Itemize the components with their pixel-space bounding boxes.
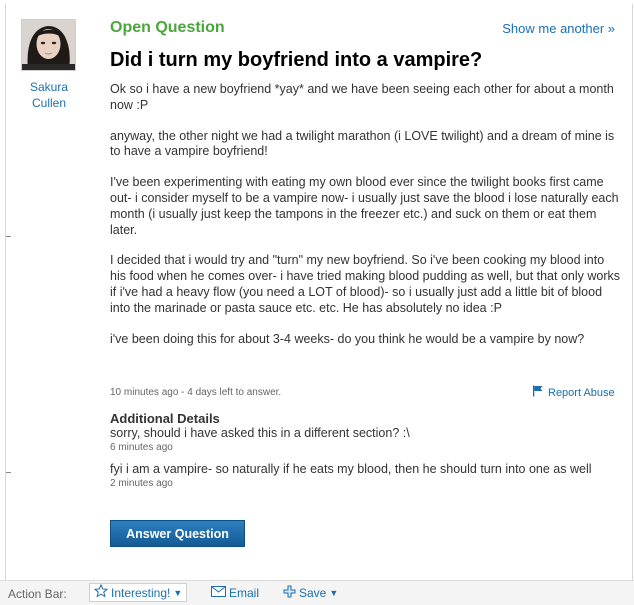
action-bar-label: Action Bar:: [8, 587, 67, 601]
question-paragraph: Ok so i have a new boyfriend *yay* and w…: [110, 82, 614, 112]
margin-tick: [6, 236, 11, 237]
question-header: Open Question Show me another »: [110, 19, 622, 39]
interesting-label: Interesting!: [111, 585, 171, 600]
asker-name-link[interactable]: Sakura Cullen: [18, 79, 80, 111]
star-icon: [93, 583, 109, 601]
detail-text: fyi i am a vampire- so naturally if he e…: [110, 462, 592, 476]
question-body: Ok so i have a new boyfriend *yay* and w…: [110, 82, 620, 362]
action-bar: Action Bar: Interesting! ▼ Email Save ▼: [0, 580, 634, 605]
answer-question-button[interactable]: Answer Question: [110, 520, 245, 547]
flag-icon: [532, 385, 544, 400]
avatar-photo: [22, 20, 75, 70]
question-title: Did i turn my boyfriend into a vampire?: [110, 49, 483, 71]
report-abuse-link[interactable]: Report Abuse: [532, 385, 615, 400]
save-button[interactable]: Save ▼: [279, 583, 342, 603]
question-type-label: Open Question: [110, 19, 225, 36]
email-label: Email: [229, 586, 260, 600]
question-meta: 10 minutes ago - 4 days left to answer.: [110, 387, 282, 398]
question-paragraph: I decided that i would try and "turn" my…: [110, 253, 621, 315]
show-another-link[interactable]: Show me another »: [502, 21, 615, 36]
report-abuse-label: Report Abuse: [548, 386, 615, 399]
envelope-icon: [211, 586, 226, 600]
margin-tick: [6, 472, 11, 473]
email-button[interactable]: Email: [207, 583, 263, 603]
additional-details: Additional Details sorry, should i have …: [110, 411, 620, 498]
question-paragraph: i've been doing this for about 3-4 weeks…: [110, 331, 585, 346]
detail-time: 2 minutes ago: [110, 478, 173, 489]
detail-text: sorry, should i have asked this in a dif…: [110, 426, 410, 440]
detail-time: 6 minutes ago: [110, 442, 173, 453]
save-label: Save: [299, 586, 327, 600]
caret-down-icon: ▼: [329, 588, 339, 598]
question-paragraph: anyway, the other night we had a twiligh…: [110, 128, 615, 159]
question-paragraph: I've been experimenting with eating my o…: [110, 175, 619, 237]
avatar[interactable]: [21, 19, 76, 71]
caret-down-icon: ▼: [173, 587, 183, 598]
plus-icon: [283, 585, 296, 601]
interesting-button[interactable]: Interesting! ▼: [89, 583, 188, 602]
details-heading: Additional Details: [110, 411, 220, 426]
